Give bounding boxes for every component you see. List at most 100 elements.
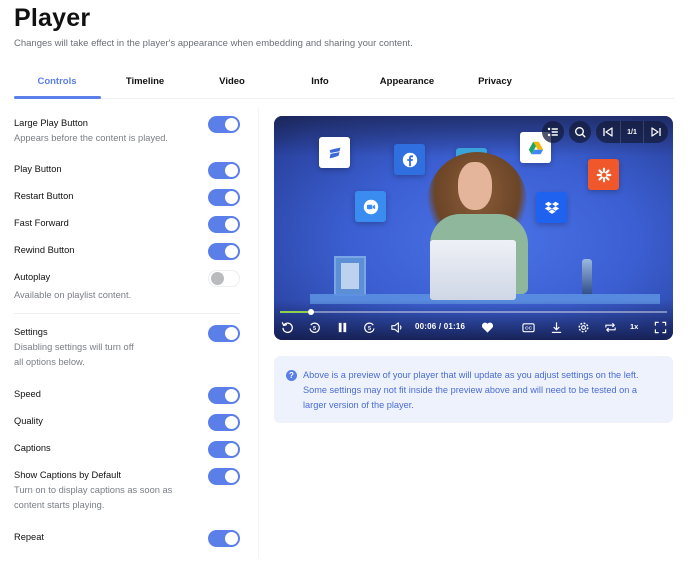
- setting-autoplay: Autoplay Available on playlist content.: [14, 270, 240, 303]
- tab-privacy[interactable]: Privacy: [478, 76, 512, 87]
- facebook-icon: [394, 144, 425, 175]
- laptop: [430, 240, 516, 300]
- column-separator: [258, 108, 259, 558]
- zoom-icon: [355, 191, 386, 222]
- setting-description: all options below.: [14, 357, 85, 367]
- svg-text:5: 5: [312, 326, 315, 332]
- help-icon: ?: [286, 370, 297, 381]
- setting-quality: Quality: [14, 414, 240, 431]
- restart-icon[interactable]: [280, 320, 294, 334]
- playlist-navigation: 1/1: [596, 121, 668, 143]
- progress-bar[interactable]: [280, 309, 667, 315]
- play-button-toggle[interactable]: [208, 162, 240, 179]
- page-subtitle: Changes will take effect in the player's…: [14, 38, 413, 49]
- toggle-knob: [225, 327, 238, 340]
- toggle-knob: [225, 416, 238, 429]
- settings-gear-icon[interactable]: [576, 320, 590, 334]
- large-play-button-toggle[interactable]: [208, 116, 240, 133]
- setting-label: Play Button: [14, 164, 62, 174]
- rewind-5-icon[interactable]: 5: [307, 320, 321, 334]
- presenter-face: [458, 162, 492, 210]
- setting-large-play-button: Large Play Button Appears before the con…: [14, 116, 240, 146]
- setting-settings: Settings Disabling settings will turn of…: [14, 325, 240, 370]
- zapier-icon: [588, 159, 619, 190]
- player-preview[interactable]: 1/1 5 5 00:06 / 01:16 CC 1x: [274, 116, 673, 340]
- page-title: Player: [14, 4, 91, 32]
- setting-label: Large Play Button: [14, 118, 88, 128]
- water-bottle: [582, 259, 592, 296]
- show-captions-by-default-toggle[interactable]: [208, 468, 240, 485]
- progress-fill: [280, 311, 311, 313]
- playback-speed[interactable]: 1x: [630, 322, 638, 331]
- setting-fast-forward: Fast Forward: [14, 216, 240, 233]
- forward-5-icon[interactable]: 5: [362, 320, 376, 334]
- setting-description: Turn on to display captions as soon as: [14, 485, 173, 495]
- progress-thumb[interactable]: [307, 309, 314, 315]
- active-tab-indicator: [14, 96, 101, 99]
- autoplay-toggle[interactable]: [208, 270, 240, 287]
- setting-restart-button: Restart Button: [14, 189, 240, 206]
- picture-frame-inner: [341, 263, 359, 289]
- setting-label: Repeat: [14, 532, 44, 542]
- section-divider: [14, 313, 240, 314]
- setting-label: Rewind Button: [14, 245, 75, 255]
- svg-text:CC: CC: [525, 325, 532, 330]
- fullscreen-icon[interactable]: [653, 320, 667, 334]
- setting-label: Fast Forward: [14, 218, 69, 228]
- fast-forward-toggle[interactable]: [208, 216, 240, 233]
- setting-label: Captions: [14, 443, 51, 453]
- speed-toggle[interactable]: [208, 387, 240, 404]
- settings-toggle[interactable]: [208, 325, 240, 342]
- setting-show-captions-by-default: Show Captions by Default Turn on to disp…: [14, 468, 240, 513]
- previous-icon[interactable]: [596, 121, 620, 143]
- dropbox-icon: [536, 192, 567, 223]
- svg-text:5: 5: [367, 326, 370, 332]
- setting-description: Available on playlist content.: [14, 290, 132, 300]
- preview-info-text: Above is a preview of your player that w…: [303, 370, 639, 410]
- repeat-toggle[interactable]: [208, 530, 240, 547]
- tab-timeline[interactable]: Timeline: [126, 76, 164, 87]
- pause-icon[interactable]: [335, 320, 349, 334]
- setting-label: Autoplay: [14, 272, 51, 282]
- toggle-knob: [225, 118, 238, 131]
- player-control-bar: 5 5 00:06 / 01:16 CC 1x: [274, 318, 673, 336]
- captions-icon[interactable]: CC: [521, 320, 535, 334]
- restart-button-toggle[interactable]: [208, 189, 240, 206]
- toggle-knob: [225, 245, 238, 258]
- preview-info-box: ? Above is a preview of your player that…: [274, 356, 673, 423]
- wix-icon: [319, 137, 350, 168]
- setting-label: Show Captions by Default: [14, 470, 121, 480]
- tab-appearance[interactable]: Appearance: [380, 76, 434, 87]
- setting-repeat: Repeat: [14, 530, 240, 547]
- quality-toggle[interactable]: [208, 414, 240, 431]
- setting-play-button: Play Button: [14, 162, 240, 179]
- heart-icon[interactable]: [480, 320, 494, 334]
- chapters-list-icon[interactable]: [542, 121, 564, 143]
- toggle-knob: [225, 443, 238, 456]
- setting-label: Restart Button: [14, 191, 74, 201]
- toggle-knob: [225, 532, 238, 545]
- setting-description: Disabling settings will turn off: [14, 342, 134, 352]
- download-icon[interactable]: [549, 320, 563, 334]
- search-icon[interactable]: [569, 121, 591, 143]
- next-icon[interactable]: [644, 121, 668, 143]
- tab-info[interactable]: Info: [311, 76, 328, 87]
- tab-video[interactable]: Video: [219, 76, 245, 87]
- time-display: 00:06 / 01:16: [415, 322, 466, 331]
- progress-track: [280, 311, 667, 313]
- tab-controls[interactable]: Controls: [37, 76, 76, 87]
- toggle-knob: [225, 164, 238, 177]
- setting-label: Settings: [14, 327, 48, 337]
- setting-description: Appears before the content is played.: [14, 133, 169, 143]
- setting-captions: Captions: [14, 441, 240, 458]
- captions-toggle[interactable]: [208, 441, 240, 458]
- tab-bar: Controls Timeline Video Info Appearance …: [14, 70, 674, 99]
- toggle-knob: [225, 470, 238, 483]
- rewind-button-toggle[interactable]: [208, 243, 240, 260]
- repeat-icon[interactable]: [603, 320, 617, 334]
- volume-icon[interactable]: [389, 320, 403, 334]
- toggle-knob: [211, 272, 224, 285]
- toggle-knob: [225, 191, 238, 204]
- toggle-knob: [225, 389, 238, 402]
- setting-label: Speed: [14, 389, 41, 399]
